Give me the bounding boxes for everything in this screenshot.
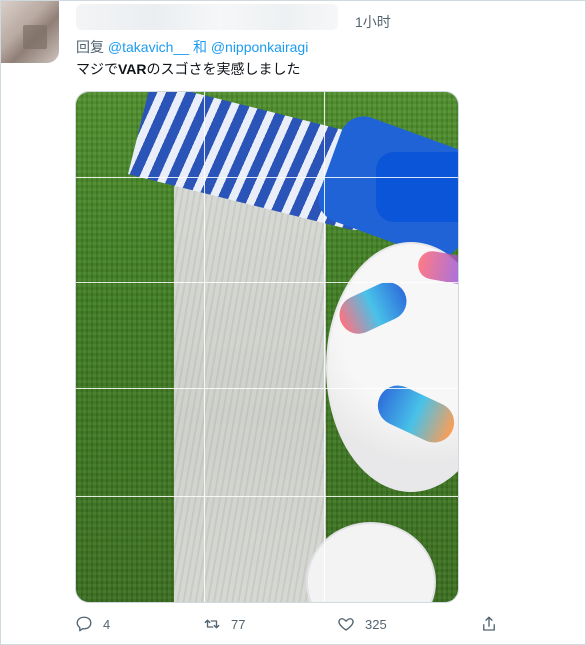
avatar[interactable]: [1, 1, 59, 63]
reply-handle-link[interactable]: @takavich__: [108, 39, 189, 55]
reply-icon: [76, 616, 92, 632]
retweet-icon: [204, 619, 220, 629]
heart-icon: [338, 618, 354, 631]
reply-prefix: 回复: [76, 39, 104, 55]
tweet-text-part: のスゴさを実感しました: [146, 61, 301, 77]
reply-context: 回复 @takavich__ 和 @nipponkairagi: [76, 37, 308, 57]
tweet-card: 1小时 回复 @takavich__ 和 @nipponkairagi マジでV…: [0, 0, 586, 645]
retweet-count: 77: [231, 616, 246, 632]
tweet-photo[interactable]: [75, 91, 459, 603]
like-count: 325: [365, 616, 387, 632]
like-button[interactable]: 325: [337, 611, 387, 637]
tweet-text-part: マジで: [76, 61, 118, 77]
grid-line-h: [76, 282, 458, 283]
tweet-timestamp[interactable]: 1小时: [355, 12, 391, 32]
grid-line-v: [324, 92, 325, 602]
share-button[interactable]: [480, 611, 498, 637]
grid-line-v: [204, 92, 205, 602]
reply-button[interactable]: 4: [75, 611, 110, 637]
tweet-text: マジでVARのスゴさを実感しました: [76, 59, 301, 79]
grid-line-h: [76, 177, 458, 178]
tweet-text-bold: VAR: [118, 61, 147, 77]
photo-grid-overlay: [76, 92, 458, 602]
tweet-actions: 4 77 325: [75, 611, 505, 637]
retweet-button[interactable]: 77: [203, 611, 245, 637]
reply-count: 4: [103, 616, 111, 632]
grid-line-h: [76, 496, 458, 497]
grid-line-h: [76, 388, 458, 389]
share-icon: [483, 616, 495, 631]
reply-handle-link[interactable]: 和 @nipponkairagi: [193, 39, 308, 55]
blurred-user-name[interactable]: [76, 4, 338, 30]
tweet-header: 1小时: [1, 1, 586, 63]
